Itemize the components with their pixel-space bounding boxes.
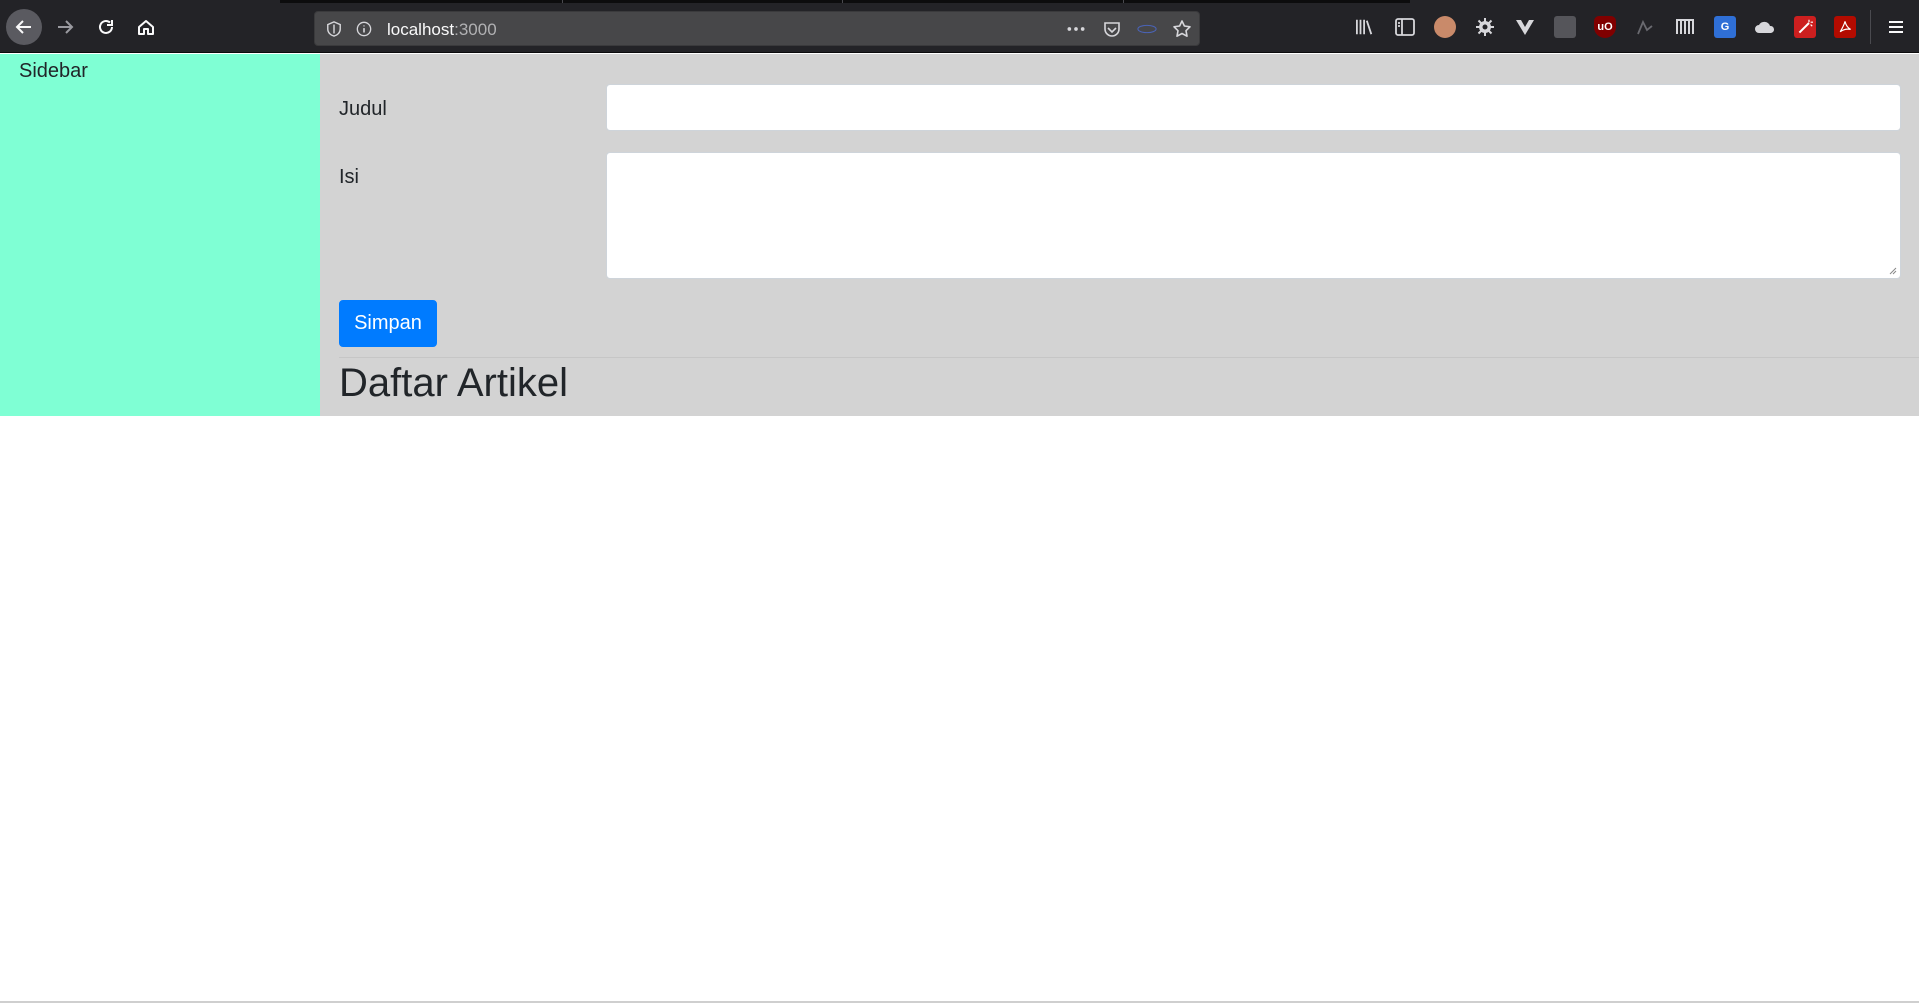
extension-icon-dim[interactable] [1634,16,1656,38]
gear-extension-icon[interactable] [1474,16,1496,38]
more-actions-icon[interactable] [1064,20,1088,38]
bookmark-star-icon[interactable] [1170,20,1194,38]
cloud-extension-icon[interactable] [1754,16,1776,38]
save-button[interactable]: Simpan [339,300,437,347]
home-icon [138,20,154,35]
main-content: Judul Isi Simpan Daftar Artikel [320,54,1919,416]
tracking-protection-shield-icon[interactable] [325,20,343,38]
home-button[interactable] [128,9,164,45]
arrow-right-icon [58,20,74,34]
reader-extension-icon[interactable] [1135,20,1159,38]
app-menu-button[interactable] [1878,9,1914,45]
reload-icon [99,19,113,34]
hamburger-menu-icon [1889,21,1903,33]
content-textarea[interactable] [606,152,1901,279]
library-icon[interactable] [1354,16,1376,38]
resize-grip-icon[interactable] [1887,265,1897,275]
url-host: localhost [387,20,455,39]
browser-toolbar: localhost:3000 uO G [0,0,1919,53]
tab-strip [280,0,1410,3]
title-label: Judul [339,98,387,120]
divider [339,357,1919,358]
sidebar-title: Sidebar [19,60,88,82]
vue-devtools-icon[interactable] [1514,16,1536,38]
barcode-extension-icon[interactable] [1674,16,1696,38]
acrobat-pdf-icon[interactable] [1834,16,1856,38]
title-input[interactable] [606,84,1901,131]
forward-button[interactable] [47,9,83,45]
back-button[interactable] [6,9,42,45]
ublock-origin-icon[interactable]: uO [1594,16,1616,38]
url-text[interactable]: localhost:3000 [387,20,497,40]
magic-wand-extension-icon[interactable] [1794,16,1816,38]
arrow-left-icon [15,20,31,34]
avatar-extension-icon[interactable] [1434,16,1456,38]
extension-icon-grey[interactable] [1554,16,1576,38]
url-port: :3000 [454,20,497,39]
site-info-icon[interactable] [355,20,373,38]
article-list-heading: Daftar Artikel [339,361,568,405]
content-label: Isi [339,166,359,188]
reload-button[interactable] [88,9,124,45]
sidebar: Sidebar [0,54,320,416]
toolbar-separator [1870,10,1871,44]
pocket-icon[interactable] [1100,20,1124,38]
url-bar[interactable]: localhost:3000 [314,11,1200,46]
translate-extension-icon[interactable]: G [1714,16,1736,38]
sidebar-toggle-icon[interactable] [1394,16,1416,38]
page-viewport: Sidebar Judul Isi Simpan Daftar Artikel [0,54,1919,1003]
